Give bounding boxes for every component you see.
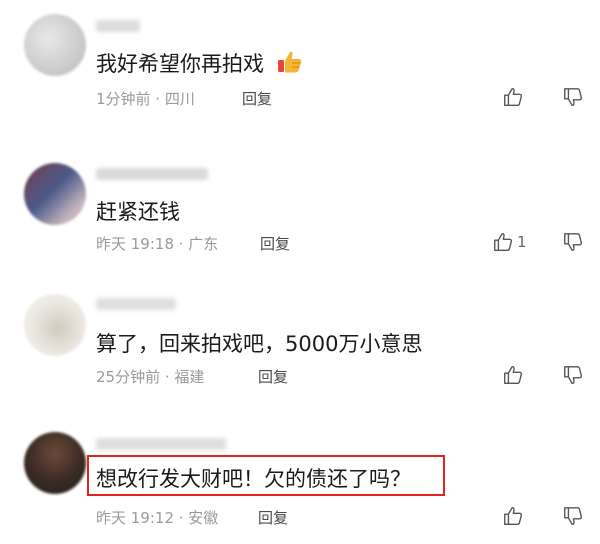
reply-button[interactable]: 回复	[260, 233, 290, 254]
thumbs-down-outline-icon[interactable]	[562, 505, 584, 527]
avatar[interactable]	[24, 294, 86, 356]
comment-meta: 昨天 19:18 · 广东	[96, 235, 219, 253]
username-blurred[interactable]	[96, 168, 208, 180]
thumbs-up-outline-icon[interactable]	[492, 231, 514, 253]
username-blurred[interactable]	[96, 20, 140, 32]
comment-meta: 25分钟前 · 福建	[96, 368, 205, 386]
avatar[interactable]	[24, 163, 86, 225]
thumbs-up-outline-icon[interactable]	[502, 505, 524, 527]
reply-button[interactable]: 回复	[242, 88, 272, 109]
thumbs-up-outline-icon[interactable]	[502, 86, 524, 108]
thumbs-down-outline-icon[interactable]	[562, 86, 584, 108]
comment-text: 我好希望你再拍戏	[96, 48, 303, 78]
avatar[interactable]	[24, 432, 86, 494]
reply-button[interactable]: 回复	[258, 366, 288, 387]
username-blurred[interactable]	[96, 298, 176, 310]
thumbs-down-outline-icon[interactable]	[562, 364, 584, 386]
thumbs-down-outline-icon[interactable]	[562, 231, 584, 253]
like-count: 1	[517, 233, 527, 251]
thumbs-up-emoji	[277, 51, 301, 73]
reply-button[interactable]: 回复	[258, 507, 288, 528]
comment-meta: 昨天 19:12 · 安徽	[96, 509, 219, 527]
username-blurred[interactable]	[96, 438, 226, 450]
comment-meta: 1分钟前 · 四川	[96, 90, 195, 108]
comment-text: 赶紧还钱	[96, 200, 180, 224]
comment-text-content: 我好希望你再拍戏	[96, 52, 264, 76]
comment-text: 想改行发大财吧！欠的债还了吗？	[96, 467, 411, 491]
avatar[interactable]	[24, 14, 86, 76]
thumbs-up-outline-icon[interactable]	[502, 364, 524, 386]
comment-text: 算了，回来拍戏吧，5000万小意思	[96, 332, 423, 356]
